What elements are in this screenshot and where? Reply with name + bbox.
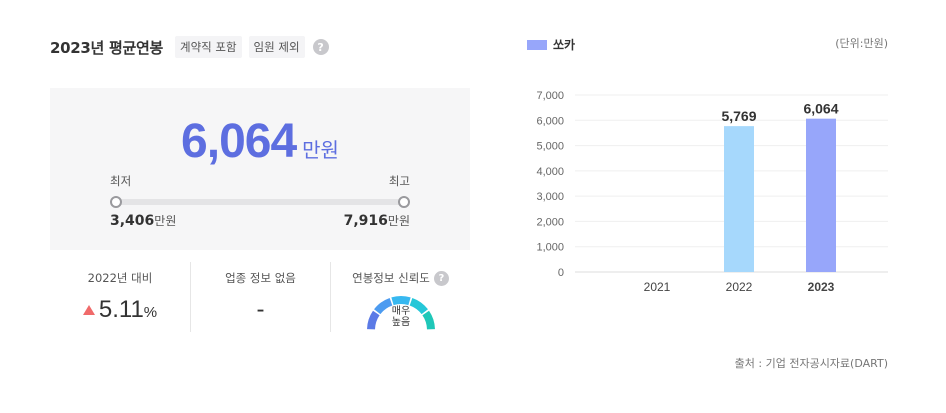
bar (806, 118, 836, 273)
unit-note: (단위:만원) (835, 37, 888, 50)
reliability-label-row: 연봉정보 신뢰도? (352, 270, 449, 286)
min-salary: 3,406만원 (110, 212, 176, 229)
max-salary-unit: 만원 (387, 214, 410, 228)
stats-row: 2022년 대비 5.11% 업종 정보 없음 - 연봉정보 신뢰도? 매우 높음 (50, 262, 470, 332)
industry-label: 업종 정보 없음 (225, 271, 296, 285)
y-tick-label: 7,000 (536, 90, 564, 102)
salary-summary: 6,064 만원 최저 최고 3,406만원 7,916만원 (50, 88, 470, 250)
legend-swatch (527, 39, 547, 50)
yoy-value: 5.11 (98, 296, 144, 323)
average-salary-unit: 만원 (302, 138, 339, 162)
legend-label: 쏘카 (553, 38, 576, 52)
yoy-unit: % (143, 304, 158, 321)
y-tick-label: 3,000 (536, 191, 564, 203)
y-tick-label: 1,000 (536, 242, 564, 254)
help-icon[interactable]: ? (312, 39, 329, 55)
max-salary-value: 7,916 (343, 213, 388, 229)
max-salary: 7,916만원 (344, 212, 410, 229)
y-tick-label: 0 (558, 267, 564, 279)
salary-range-track (116, 199, 404, 205)
reliability-text-line2: 높음 (391, 317, 411, 328)
average-salary-value: 6,064 (181, 115, 297, 168)
industry-stat: 업종 정보 없음 - (190, 262, 330, 332)
source-note: 출처 : 기업 전자공시자료(DART) (734, 357, 888, 370)
range-min-knob (110, 196, 122, 208)
reliability-gauge: 매우 높음 (363, 292, 439, 332)
min-salary-unit: 만원 (154, 214, 177, 228)
up-arrow-icon (82, 305, 95, 315)
chart-legend: 쏘카 (527, 36, 575, 53)
industry-value: - (256, 296, 265, 323)
y-tick-label: 6,000 (536, 115, 564, 127)
min-label: 최저 (110, 174, 132, 188)
x-tick-label: 2022 (726, 280, 753, 294)
reliability-stat: 연봉정보 신뢰도? 매우 높음 (330, 262, 470, 332)
reliability-help-icon[interactable]: ? (433, 270, 449, 286)
page-title: 2023년 평균연봉 (50, 38, 163, 57)
min-salary-value: 3,406 (110, 213, 155, 229)
reliability-text-line1: 매우 (391, 306, 411, 317)
y-tick-label: 5,000 (536, 141, 564, 153)
average-salary: 6,064 만원 (50, 114, 470, 169)
bar-value-label: 6,064 (803, 101, 838, 117)
gauge-segment (391, 296, 411, 306)
yoy-stat: 2022년 대비 5.11% (50, 262, 190, 332)
bar (724, 126, 754, 272)
header: 2023년 평균연봉 계약직 포함 임원 제외 ? (50, 36, 329, 58)
tag-contract-included: 계약직 포함 (174, 36, 242, 58)
salary-bar-chart: 0 1,000 2,000 3,000 4,000 5,000 6,000 7,000 2021… (536, 90, 888, 294)
y-tick-label: 2,000 (536, 216, 564, 228)
tag-executives-excluded: 임원 제외 (248, 36, 305, 58)
range-max-knob (398, 196, 410, 208)
reliability-label: 연봉정보 신뢰도 (352, 271, 430, 285)
x-tick-label: 2021 (644, 280, 671, 294)
x-tick-label: 2023 (808, 280, 835, 294)
max-label: 최고 (388, 174, 410, 188)
reliability-text: 매우 높음 (363, 306, 439, 328)
bar-value-label: 5,769 (721, 108, 756, 124)
yoy-value-row: 5.11% (50, 296, 190, 324)
y-tick-label: 4,000 (536, 166, 564, 178)
yoy-label: 2022년 대비 (87, 271, 153, 285)
